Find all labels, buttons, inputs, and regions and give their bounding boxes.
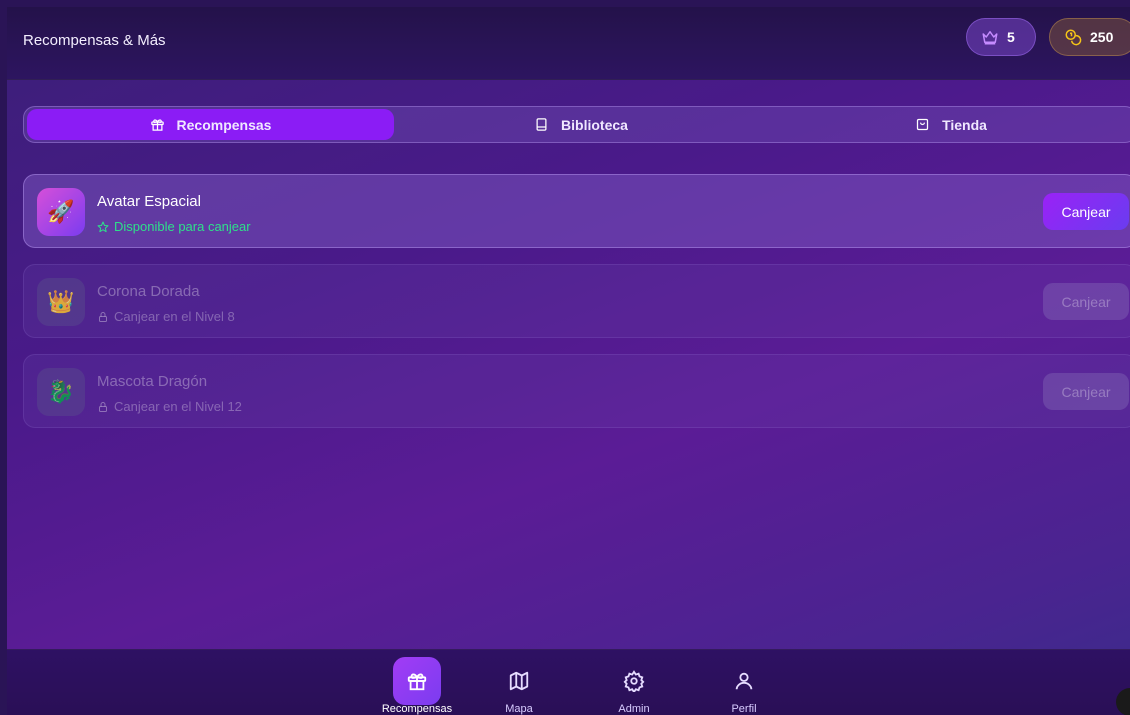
coins-badge[interactable]: 250 (1049, 18, 1130, 56)
coins-icon (1065, 29, 1082, 46)
level-value: 5 (1007, 29, 1015, 45)
tab-biblioteca[interactable]: Biblioteca (396, 109, 766, 140)
redeem-button[interactable]: Canjear (1043, 373, 1129, 410)
reward-status-text: Canjear en el Nivel 12 (114, 399, 242, 414)
nav-item-perfil[interactable]: Perfil (714, 650, 774, 715)
redeem-button[interactable]: Canjear (1043, 283, 1129, 320)
nav-icon-box (610, 657, 658, 705)
dragon-icon: 🐉 (37, 368, 85, 416)
reward-card-avatar-espacial: 🚀 Avatar Espacial Disponible para canjea… (23, 174, 1130, 248)
reward-card-mascota-dragon: 🐉 Mascota Dragón Canjear en el Nivel 12 … (23, 354, 1130, 428)
nav-icon-box (393, 657, 441, 705)
tab-label: Biblioteca (561, 116, 628, 133)
reward-title: Mascota Dragón (97, 373, 208, 390)
reward-card-corona-dorada: 👑 Corona Dorada Canjear en el Nivel 8 Ca… (23, 264, 1130, 338)
gift-icon (407, 673, 427, 691)
nav-item-mapa[interactable]: Mapa (489, 650, 549, 715)
crown-icon: 👑 (37, 278, 85, 326)
rocket-icon: 🚀 (37, 188, 85, 236)
tab-label: Recompensas (176, 116, 272, 133)
nav-icon-box (720, 657, 768, 705)
reward-title: Corona Dorada (97, 283, 200, 300)
level-badge[interactable]: 5 (966, 18, 1036, 56)
nav-item-recompensas[interactable]: Recompensas (379, 650, 455, 715)
reward-status: Disponible para canjear (97, 219, 251, 234)
crown-icon (982, 31, 998, 45)
nav-item-admin[interactable]: Admin (604, 650, 664, 715)
nav-icon-box (495, 657, 543, 705)
book-icon (536, 118, 547, 131)
app-root: Recompensas & Más 5 250 Recompensas Bibl… (7, 7, 1130, 715)
gear-icon (623, 670, 645, 692)
reward-status-text: Disponible para canjear (114, 219, 251, 234)
gift-icon (150, 119, 164, 131)
tab-tienda[interactable]: Tienda (768, 109, 1130, 140)
reward-status: Canjear en el Nivel 8 (97, 309, 235, 324)
reward-title: Avatar Espacial (97, 193, 201, 210)
nav-label: Recompensas (381, 703, 453, 715)
user-icon (735, 672, 753, 690)
redeem-button[interactable]: Canjear (1043, 193, 1129, 230)
nav-label: Perfil (731, 703, 757, 715)
nav-label: Admin (618, 703, 650, 715)
tab-recompensas[interactable]: Recompensas (27, 109, 394, 140)
reward-status-text: Canjear en el Nivel 8 (114, 309, 235, 324)
coins-value: 250 (1090, 29, 1114, 45)
lock-icon (99, 311, 107, 322)
star-icon (97, 221, 109, 232)
map-icon (509, 671, 529, 691)
lock-icon (99, 401, 107, 412)
reward-status: Canjear en el Nivel 12 (97, 399, 242, 414)
app-title: Recompensas & Más (23, 32, 166, 49)
tab-label: Tienda (942, 116, 987, 133)
shopping-bag-icon (916, 118, 929, 131)
app-header: Recompensas & Más 5 250 (7, 7, 1130, 80)
nav-label: Mapa (505, 703, 533, 715)
section-tabs: Recompensas Biblioteca Tienda (23, 106, 1130, 143)
bottom-nav: Recompensas Mapa Admin Perfil (7, 649, 1130, 715)
